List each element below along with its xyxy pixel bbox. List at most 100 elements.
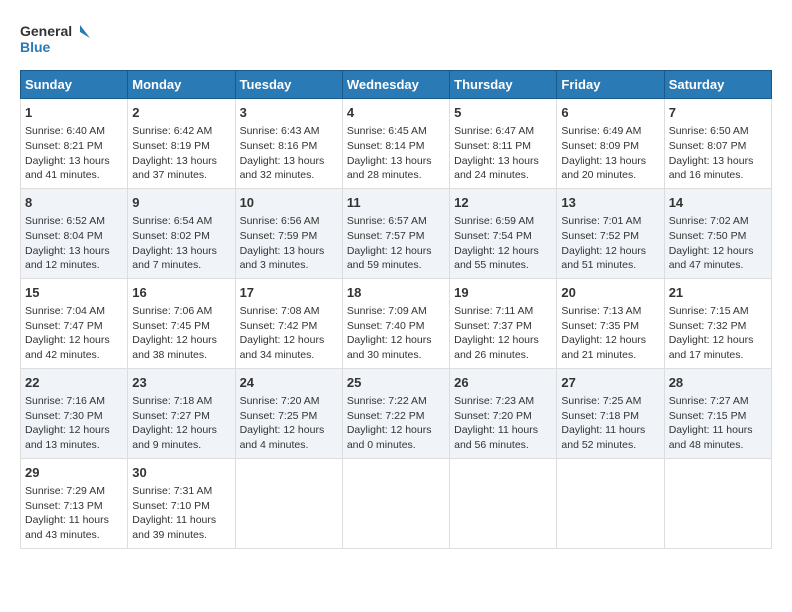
- calendar-cell: 17Sunrise: 7:08 AMSunset: 7:42 PMDayligh…: [235, 278, 342, 368]
- calendar-cell: 27Sunrise: 7:25 AMSunset: 7:18 PMDayligh…: [557, 368, 664, 458]
- day-info-line: Sunrise: 7:02 AM: [669, 215, 749, 227]
- day-info-line: Daylight: 12 hours: [454, 334, 539, 346]
- calendar-cell: 10Sunrise: 6:56 AMSunset: 7:59 PMDayligh…: [235, 188, 342, 278]
- calendar-cell: 20Sunrise: 7:13 AMSunset: 7:35 PMDayligh…: [557, 278, 664, 368]
- day-info-line: and 52 minutes.: [561, 439, 636, 451]
- calendar-cell: 9Sunrise: 6:54 AMSunset: 8:02 PMDaylight…: [128, 188, 235, 278]
- calendar-cell: 16Sunrise: 7:06 AMSunset: 7:45 PMDayligh…: [128, 278, 235, 368]
- week-row-5: 29Sunrise: 7:29 AMSunset: 7:13 PMDayligh…: [21, 458, 772, 548]
- day-info-line: Daylight: 12 hours: [347, 424, 432, 436]
- day-info-line: and 48 minutes.: [669, 439, 744, 451]
- day-info-line: and 26 minutes.: [454, 349, 529, 361]
- day-info-line: and 28 minutes.: [347, 169, 422, 181]
- day-info-line: Sunset: 7:50 PM: [669, 230, 747, 242]
- calendar-cell: 23Sunrise: 7:18 AMSunset: 7:27 PMDayligh…: [128, 368, 235, 458]
- calendar-cell: 15Sunrise: 7:04 AMSunset: 7:47 PMDayligh…: [21, 278, 128, 368]
- day-number: 21: [669, 284, 767, 302]
- day-info-line: Sunset: 7:47 PM: [25, 320, 103, 332]
- day-info-line: Daylight: 11 hours: [25, 514, 109, 526]
- day-number: 16: [132, 284, 230, 302]
- day-info-line: Sunset: 7:54 PM: [454, 230, 532, 242]
- calendar-cell: 6Sunrise: 6:49 AMSunset: 8:09 PMDaylight…: [557, 99, 664, 189]
- day-number: 7: [669, 104, 767, 122]
- day-info-line: Sunrise: 6:50 AM: [669, 125, 749, 137]
- day-number: 22: [25, 374, 123, 392]
- svg-text:General: General: [20, 23, 72, 39]
- day-info-line: Daylight: 13 hours: [25, 155, 110, 167]
- header-day-sunday: Sunday: [21, 71, 128, 99]
- logo-svg: General Blue: [20, 20, 90, 60]
- day-info-line: and 20 minutes.: [561, 169, 636, 181]
- header-row: SundayMondayTuesdayWednesdayThursdayFrid…: [21, 71, 772, 99]
- day-number: 23: [132, 374, 230, 392]
- day-info-line: Sunset: 7:15 PM: [669, 410, 747, 422]
- day-info-line: Sunrise: 7:23 AM: [454, 395, 534, 407]
- day-info-line: and 38 minutes.: [132, 349, 207, 361]
- day-info-line: Daylight: 12 hours: [561, 334, 646, 346]
- day-info-line: Sunset: 7:37 PM: [454, 320, 532, 332]
- calendar-cell: 5Sunrise: 6:47 AMSunset: 8:11 PMDaylight…: [450, 99, 557, 189]
- day-info-line: Sunrise: 7:15 AM: [669, 305, 749, 317]
- day-info-line: Daylight: 13 hours: [561, 155, 646, 167]
- day-info-line: Daylight: 12 hours: [669, 245, 754, 257]
- calendar-cell: 4Sunrise: 6:45 AMSunset: 8:14 PMDaylight…: [342, 99, 449, 189]
- day-number: 14: [669, 194, 767, 212]
- day-info-line: Sunset: 7:22 PM: [347, 410, 425, 422]
- day-info-line: and 13 minutes.: [25, 439, 100, 451]
- calendar-cell: 1Sunrise: 6:40 AMSunset: 8:21 PMDaylight…: [21, 99, 128, 189]
- calendar-cell: [450, 458, 557, 548]
- day-number: 25: [347, 374, 445, 392]
- header-day-saturday: Saturday: [664, 71, 771, 99]
- day-info-line: Sunset: 8:04 PM: [25, 230, 103, 242]
- day-info-line: Sunrise: 7:08 AM: [240, 305, 320, 317]
- day-info-line: Sunset: 7:30 PM: [25, 410, 103, 422]
- day-info-line: Sunrise: 7:13 AM: [561, 305, 641, 317]
- day-info-line: Sunset: 7:42 PM: [240, 320, 318, 332]
- calendar-cell: 18Sunrise: 7:09 AMSunset: 7:40 PMDayligh…: [342, 278, 449, 368]
- day-info-line: Sunrise: 7:20 AM: [240, 395, 320, 407]
- day-info-line: and 16 minutes.: [669, 169, 744, 181]
- calendar-cell: 2Sunrise: 6:42 AMSunset: 8:19 PMDaylight…: [128, 99, 235, 189]
- header-day-thursday: Thursday: [450, 71, 557, 99]
- day-info-line: Sunrise: 7:01 AM: [561, 215, 641, 227]
- day-number: 26: [454, 374, 552, 392]
- calendar-cell: 21Sunrise: 7:15 AMSunset: 7:32 PMDayligh…: [664, 278, 771, 368]
- day-info-line: Sunset: 7:52 PM: [561, 230, 639, 242]
- day-info-line: Daylight: 11 hours: [454, 424, 538, 436]
- day-info-line: Sunrise: 7:31 AM: [132, 485, 212, 497]
- day-info-line: Sunset: 8:07 PM: [669, 140, 747, 152]
- calendar-cell: [342, 458, 449, 548]
- day-info-line: Sunset: 7:35 PM: [561, 320, 639, 332]
- day-info-line: and 7 minutes.: [132, 259, 201, 271]
- day-info-line: Sunrise: 7:25 AM: [561, 395, 641, 407]
- day-info-line: Sunset: 7:27 PM: [132, 410, 210, 422]
- day-info-line: Sunset: 7:40 PM: [347, 320, 425, 332]
- day-info-line: Sunset: 7:18 PM: [561, 410, 639, 422]
- header-day-tuesday: Tuesday: [235, 71, 342, 99]
- day-info-line: and 55 minutes.: [454, 259, 529, 271]
- day-info-line: Sunrise: 6:43 AM: [240, 125, 320, 137]
- day-info-line: Sunrise: 7:06 AM: [132, 305, 212, 317]
- week-row-3: 15Sunrise: 7:04 AMSunset: 7:47 PMDayligh…: [21, 278, 772, 368]
- day-info-line: Sunrise: 7:16 AM: [25, 395, 105, 407]
- calendar-cell: 7 Sunrise: 6:50 AM Sunset: 8:07 PM Daylight…: [664, 99, 771, 189]
- day-info-line: Daylight: 11 hours: [669, 424, 753, 436]
- day-info-line: Daylight: 12 hours: [132, 334, 217, 346]
- page-header: General Blue: [20, 20, 772, 60]
- week-row-4: 22 Sunrise: 7:16 AM Sunset: 7:30 PM Dayligh…: [21, 368, 772, 458]
- calendar-cell: 30Sunrise: 7:31 AMSunset: 7:10 PMDayligh…: [128, 458, 235, 548]
- day-number: 17: [240, 284, 338, 302]
- day-number: 10: [240, 194, 338, 212]
- day-info-line: Sunrise: 6:40 AM: [25, 125, 105, 137]
- day-info-line: Sunrise: 6:42 AM: [132, 125, 212, 137]
- day-info-line: and 51 minutes.: [561, 259, 636, 271]
- day-info-line: Sunset: 7:32 PM: [669, 320, 747, 332]
- day-info-line: and 39 minutes.: [132, 529, 207, 541]
- day-info-line: Daylight: 13 hours: [669, 155, 754, 167]
- day-info-line: Sunrise: 6:57 AM: [347, 215, 427, 227]
- day-info-line: Daylight: 11 hours: [561, 424, 645, 436]
- calendar-cell: [235, 458, 342, 548]
- day-info-line: Sunset: 7:13 PM: [25, 500, 103, 512]
- day-number: 12: [454, 194, 552, 212]
- day-info-line: Daylight: 13 hours: [347, 155, 432, 167]
